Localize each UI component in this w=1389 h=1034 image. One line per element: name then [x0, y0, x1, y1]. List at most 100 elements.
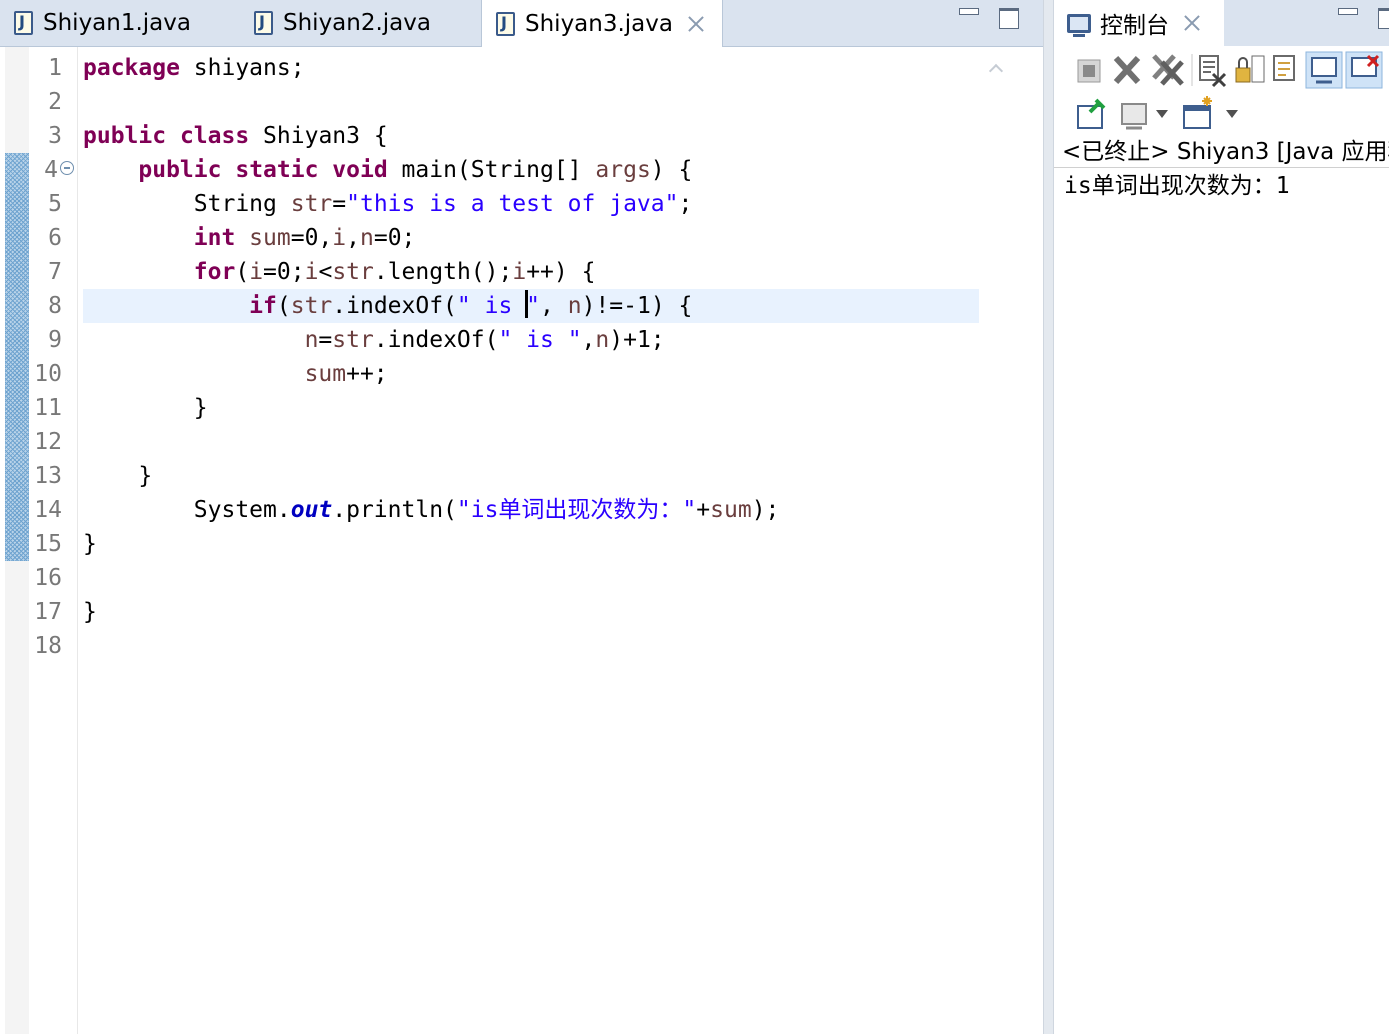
code-text: =0, — [290, 225, 333, 251]
code-text: } — [83, 599, 97, 625]
quick-diff-change-bar — [5, 153, 29, 561]
variable: i — [304, 259, 319, 285]
java-file-icon: J — [14, 11, 33, 35]
code-line-5[interactable]: String str="this is a test of java"; — [83, 187, 693, 221]
variable: i — [512, 259, 527, 285]
show-on-error-icon[interactable] — [1345, 51, 1383, 89]
line-number: 3 — [48, 123, 62, 149]
tab-shiyan3[interactable]: J Shiyan3.java — [481, 0, 723, 47]
chevron-down-icon[interactable] — [1226, 110, 1238, 118]
keyword: int — [193, 225, 236, 251]
code-line-15[interactable]: } — [83, 527, 97, 561]
code-text: .indexOf( — [373, 327, 499, 353]
maximize-button[interactable] — [1378, 8, 1389, 29]
code-text: ( — [235, 259, 250, 285]
tab-label: Shiyan2.java — [283, 10, 431, 36]
show-on-output-icon[interactable] — [1305, 51, 1343, 89]
line-number: 11 — [34, 395, 62, 421]
java-file-icon: J — [254, 11, 273, 35]
code-text: + — [696, 497, 711, 523]
minimize-button[interactable] — [959, 8, 979, 15]
code-text: } — [138, 463, 153, 489]
variable: n — [567, 293, 582, 319]
console-tab-bar: 控制台 — [1054, 0, 1389, 46]
string-literal: " is " — [498, 327, 582, 353]
close-tab-icon[interactable] — [1183, 14, 1201, 32]
minimize-button[interactable] — [1338, 8, 1358, 15]
console-toolbar-icons — [1077, 51, 1383, 130]
code-line-7[interactable]: for(i=0;i<str.length();i++) { — [83, 255, 596, 289]
code-text: System. — [193, 497, 291, 523]
console-output[interactable]: is单词出现次数为：1 — [1064, 170, 1290, 202]
tab-shiyan1[interactable]: J Shiyan1.java — [0, 0, 240, 46]
console-toolbar — [1064, 50, 1389, 138]
pin-console-icon[interactable] — [1077, 98, 1106, 129]
line-number: 8 — [48, 293, 62, 319]
code-line-8[interactable]: if(str.indexOf(" is ", n)!=-1) { — [83, 289, 692, 323]
scroll-lock-icon[interactable] — [1235, 55, 1265, 83]
code-line-3[interactable]: public class Shiyan3 { — [83, 119, 388, 153]
code-text: ); — [751, 497, 780, 523]
keyword: package — [83, 55, 180, 81]
variable: n — [595, 327, 610, 353]
static-field: out — [290, 497, 333, 523]
gutter-divider — [77, 47, 78, 1034]
code-line-10[interactable]: sum++; — [83, 357, 388, 391]
open-console-icon[interactable] — [1183, 96, 1212, 129]
keyword: public — [83, 123, 167, 149]
code-line-17[interactable]: } — [83, 595, 97, 629]
code-line-11[interactable]: } — [83, 391, 208, 425]
code-line-4[interactable]: public static void main(String[] args) { — [83, 153, 692, 187]
tab-label: 控制台 — [1100, 13, 1169, 39]
line-number: 9 — [48, 327, 62, 353]
code-text: = — [318, 327, 333, 353]
remove-launch-icon[interactable] — [1113, 55, 1141, 85]
scroll-up-icon[interactable] — [989, 63, 1001, 75]
console-view[interactable]: 控制台 <已终止> Shiyan3 [Java 应用程序] is单词出现次数为：… — [1054, 0, 1389, 1034]
close-tab-icon[interactable] — [687, 15, 705, 33]
variable: sum — [304, 361, 347, 387]
code-text: ++; — [346, 361, 388, 387]
variable: sum — [710, 497, 752, 523]
keyword: void — [332, 157, 388, 183]
terminate-icon[interactable] — [1077, 59, 1101, 83]
code-line-1[interactable]: package shiyans; — [83, 51, 305, 85]
variable: str — [332, 327, 374, 353]
line-number: 7 — [48, 259, 62, 285]
view-sash[interactable] — [1043, 0, 1054, 1034]
code-line-13[interactable]: } — [83, 459, 152, 493]
code-editor[interactable]: J Shiyan1.java J Shiyan2.java J Shiyan3.… — [0, 0, 1043, 1034]
clear-console-icon[interactable] — [1199, 55, 1227, 88]
variable: str — [332, 259, 374, 285]
code-line-9[interactable]: n=str.indexOf(" is ",n)+1; — [83, 323, 665, 357]
line-number: 10 — [34, 361, 62, 387]
line-number: 15 — [34, 531, 62, 557]
code-text: } — [83, 531, 97, 557]
variable: i — [249, 259, 264, 285]
variable: args — [595, 157, 651, 183]
tab-label: Shiyan3.java — [525, 10, 673, 37]
word-wrap-icon[interactable] — [1273, 55, 1295, 81]
console-process-label: <已终止> Shiyan3 [Java 应用程序] — [1054, 136, 1389, 168]
chevron-down-icon[interactable] — [1156, 110, 1168, 118]
display-console-icon[interactable] — [1121, 103, 1147, 130]
variable: n — [304, 327, 319, 353]
editor-tab-bar: J Shiyan1.java J Shiyan2.java J Shiyan3.… — [0, 0, 1043, 47]
line-number: 17 — [34, 599, 62, 625]
remove-all-terminated-icon[interactable] — [1152, 54, 1184, 86]
code-text: ++) { — [526, 259, 596, 285]
code-line-6[interactable]: int sum=0,i,n=0; — [83, 221, 416, 255]
code-text: , — [540, 293, 568, 319]
code-text: < — [318, 259, 333, 285]
string-literal: "is单词出现次数为：" — [456, 497, 697, 523]
tab-console[interactable]: 控制台 — [1054, 0, 1224, 46]
code-line-14[interactable]: System.out.println("is单词出现次数为："+sum); — [83, 493, 780, 527]
code-text: .length(); — [373, 259, 513, 285]
fold-collapse-icon[interactable] — [60, 161, 74, 175]
tab-shiyan2[interactable]: J Shiyan2.java — [240, 0, 481, 46]
code-text: ; — [678, 191, 693, 217]
keyword: if — [249, 293, 277, 319]
maximize-button[interactable] — [999, 8, 1019, 29]
code-text: shiyans; — [179, 55, 305, 81]
string-literal: " — [526, 293, 541, 319]
